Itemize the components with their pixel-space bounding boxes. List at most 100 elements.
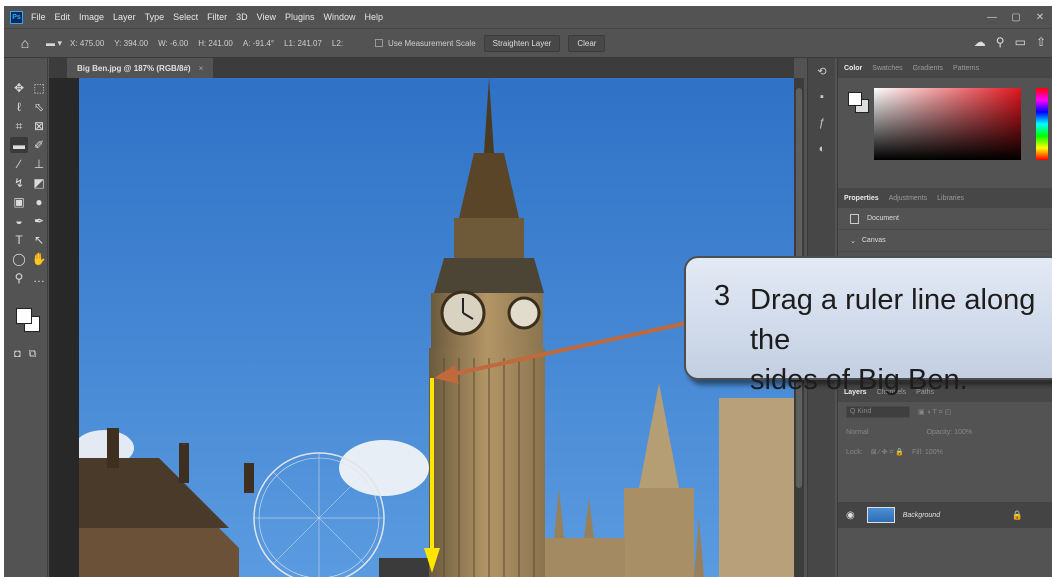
menu-edit[interactable]: Edit — [55, 12, 71, 22]
glyphs-icon[interactable]: ƒ — [808, 110, 836, 136]
x-readout: X: 475.00 — [70, 38, 105, 48]
menu-bar: Ps File Edit Image Layer Type Select Fil… — [4, 6, 1052, 28]
lock-row: Lock: ⊠ ∕ ✥ ⌗ 🔒 Fill: 100% — [838, 442, 1052, 462]
ruler-tool-preset-icon[interactable]: ▬ ▾ — [46, 38, 62, 49]
tab-libraries[interactable]: Libraries — [937, 195, 964, 202]
canvas-section-header[interactable]: ⌄ Canvas — [838, 230, 1052, 252]
pen-tool-icon[interactable]: ✒ — [30, 213, 48, 229]
marquee-tool-icon[interactable]: ⬚ — [30, 80, 48, 96]
history-brush-icon[interactable]: ↯ — [10, 175, 28, 191]
zoom-tool-icon[interactable]: ⚲ — [10, 270, 28, 286]
menu-plugins[interactable]: Plugins — [285, 12, 315, 22]
search-icon[interactable]: ⚲ — [996, 35, 1005, 49]
frame-tool-icon[interactable]: ⊠ — [30, 118, 48, 134]
dodge-tool-icon[interactable]: ◒ — [10, 213, 28, 229]
maximize-button[interactable]: ▢ — [1004, 6, 1028, 28]
menu-type[interactable]: Type — [145, 12, 165, 22]
filter-icons[interactable]: ▣ ◑ T ⌗ ◰ — [918, 408, 951, 417]
lasso-tool-icon[interactable]: ℓ — [10, 99, 28, 115]
eraser-tool-icon[interactable]: ◩ — [30, 175, 48, 191]
tab-swatches[interactable]: Swatches — [872, 65, 902, 72]
layer-kind-filter[interactable]: Q Kind — [846, 406, 910, 418]
type-tool-icon[interactable]: T — [10, 232, 28, 248]
color-swatches[interactable] — [16, 308, 46, 342]
tab-patterns[interactable]: Patterns — [953, 65, 979, 72]
quick-mask-icon[interactable]: ◘ — [14, 348, 21, 361]
fill-field[interactable]: Fill: 100% — [912, 449, 943, 456]
menu-window[interactable]: Window — [324, 12, 356, 22]
layer-lock-icon: 🔒 — [1011, 509, 1023, 520]
menu-select[interactable]: Select — [173, 12, 198, 22]
blur-tool-icon[interactable]: ● — [30, 194, 48, 210]
home-icon[interactable]: ⌂ — [12, 35, 38, 51]
checkbox-box[interactable] — [375, 39, 384, 47]
menu-layer[interactable]: Layer — [113, 12, 136, 22]
menu-help[interactable]: Help — [365, 12, 384, 22]
blend-mode-select[interactable]: Normal — [846, 429, 869, 436]
blend-row: Normal Opacity: 100% — [838, 422, 1052, 442]
document-tab[interactable]: Big Ben.jpg @ 187% (RGB/8#) × — [67, 58, 214, 78]
straighten-layer-button[interactable]: Straighten Layer — [483, 34, 561, 52]
brush-tool-icon[interactable]: ∕ — [10, 156, 28, 172]
minimize-button[interactable]: — — [980, 6, 1004, 28]
menu-filter[interactable]: Filter — [207, 12, 227, 22]
tab-properties[interactable]: Properties — [844, 195, 879, 202]
layer-thumbnail — [866, 507, 895, 523]
color-spectrum[interactable] — [874, 88, 1021, 160]
move-tool-icon[interactable]: ✥ — [10, 80, 28, 96]
workspace-icon[interactable]: ▭ — [1015, 35, 1026, 49]
cloud-docs-icon[interactable]: ☁ — [974, 35, 986, 49]
menu-view[interactable]: View — [257, 12, 276, 22]
measurement-scale-checkbox[interactable]: Use Measurement Scale — [375, 39, 476, 48]
document-icon — [850, 213, 859, 224]
comments-icon[interactable]: ▪ — [808, 84, 836, 110]
gradient-tool-icon[interactable]: ▣ — [10, 194, 28, 210]
l2-readout: L2: — [331, 38, 344, 48]
crop-tool-icon[interactable]: ⌗ — [10, 118, 28, 134]
tab-gradients[interactable]: Gradients — [913, 65, 943, 72]
callout-step-number: 3 — [714, 280, 731, 312]
menu-3d[interactable]: 3D — [236, 12, 248, 22]
layer-row-background[interactable]: ◉ Background 🔒 — [838, 502, 1052, 528]
close-button[interactable]: ✕ — [1028, 6, 1052, 28]
hue-slider[interactable] — [1036, 88, 1048, 160]
document-tab-bar: Big Ben.jpg @ 187% (RGB/8#) × — [49, 58, 794, 78]
tab-color[interactable]: Color — [844, 65, 862, 72]
w-readout: W: -6.00 — [158, 38, 189, 48]
visibility-eye-icon[interactable]: ◉ — [846, 510, 855, 521]
more-tools-icon[interactable]: … — [30, 270, 48, 286]
menu-image[interactable]: Image — [79, 12, 104, 22]
document-label: Document — [867, 215, 899, 222]
foreground-color-swatch[interactable] — [16, 308, 32, 324]
close-tab-icon[interactable]: × — [199, 64, 204, 73]
h-readout: H: 241.00 — [198, 38, 233, 48]
instruction-callout: 3 Drag a ruler line along the sides of B… — [684, 256, 1052, 396]
screen-mode-icon[interactable]: ⧉ — [29, 348, 37, 361]
stamp-tool-icon[interactable]: ⊥ — [30, 156, 48, 172]
hand-tool-icon[interactable]: ✋ — [30, 251, 48, 267]
canvas-area[interactable] — [49, 78, 794, 577]
eyedropper-tool-icon[interactable]: ✐ — [30, 137, 48, 153]
ellipse-tool-icon[interactable]: ◯ — [10, 251, 28, 267]
properties-panel-tabs: Properties Adjustments Libraries — [838, 188, 1052, 208]
angle-readout: A: -91.4° — [242, 38, 275, 48]
path-select-icon[interactable]: ↖ — [30, 232, 48, 248]
opacity-field[interactable]: Opacity: 100% — [927, 429, 973, 436]
tools-panel: ✥ ⬚ ℓ ⬁ ⌗ ⊠ ▬ ✐ ∕ ⊥ ↯ ◩ ▣ ● ◒ ✒ T ↖ ◯ ✋ … — [4, 58, 48, 577]
ruler-tool-icon[interactable]: ▬ — [10, 137, 28, 153]
share-icon[interactable]: ⇧ — [1036, 35, 1046, 49]
foreground-vehicle — [379, 558, 429, 577]
tab-adjustments[interactable]: Adjustments — [889, 195, 928, 202]
menu-file[interactable]: File — [31, 12, 46, 22]
canvas-label: Canvas — [861, 237, 886, 244]
photoshop-logo-icon: Ps — [10, 10, 23, 24]
clear-button[interactable]: Clear — [568, 34, 606, 52]
lock-icons[interactable]: ⊠ ∕ ✥ ⌗ 🔒 — [871, 448, 904, 457]
l1-readout: L1: 241.07 — [284, 38, 322, 48]
options-bar: ⌂ ▬ ▾ X: 475.00 Y: 394.00 W: -6.00 H: 24… — [4, 28, 1052, 58]
actions-icon[interactable]: ◐ — [808, 136, 836, 162]
options-right-icons: ☁ ⚲ ▭ ⇧ — [974, 35, 1046, 49]
history-icon[interactable]: ⟲ — [808, 58, 836, 84]
quick-select-tool-icon[interactable]: ⬁ — [30, 99, 48, 115]
panel-foreground-swatch[interactable] — [848, 92, 862, 106]
